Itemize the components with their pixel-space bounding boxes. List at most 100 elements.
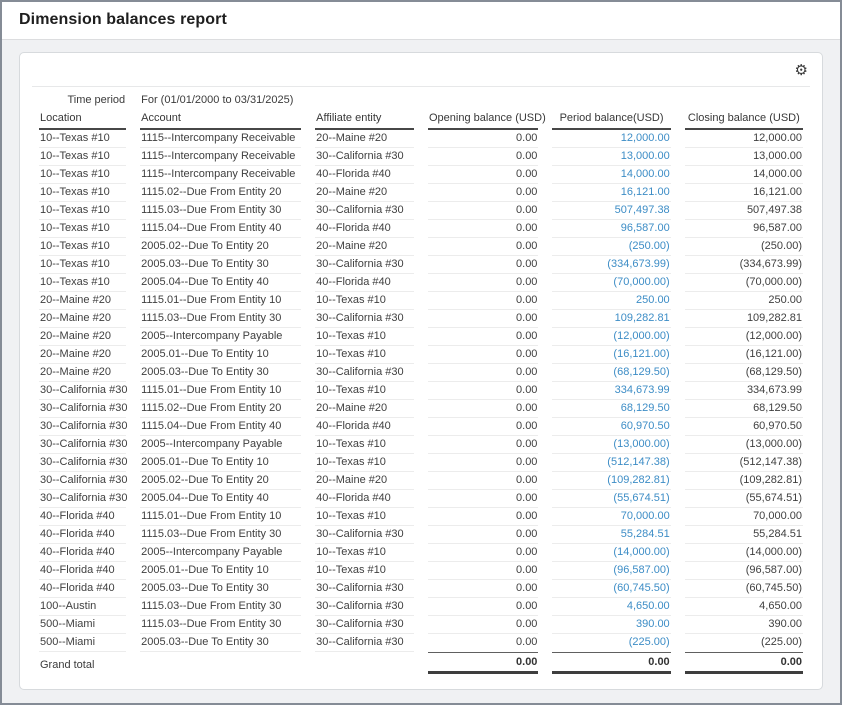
cell-period-balance: 334,673.99 (545, 382, 677, 400)
period-balance-link[interactable]: (96,587.00) (613, 564, 669, 576)
grand-total-opening-balance: 0.00 (428, 652, 538, 674)
cell-affiliate-entity: 30--California #30 (308, 310, 421, 328)
cell-location: 10--Texas #10 (32, 220, 133, 238)
cell-location: 10--Texas #10 (32, 238, 133, 256)
period-balance-link[interactable]: (60,745.50) (613, 582, 669, 594)
cell-affiliate-entity: 40--Florida #40 (308, 490, 421, 508)
grand-total-closing-balance: 0.00 (685, 652, 803, 674)
cell-location: 20--Maine #20 (32, 328, 133, 346)
cell-opening-balance: 0.00 (421, 454, 545, 472)
table-row: 30--California #301115.01--Due From Enti… (32, 382, 810, 400)
period-balance-link[interactable]: (109,282.81) (607, 474, 669, 486)
cell-location: 40--Florida #40 (32, 562, 133, 580)
table-row: 20--Maine #202005.03--Due To Entity 3030… (32, 364, 810, 382)
period-balance-link[interactable]: 109,282.81 (615, 312, 670, 324)
table-row: 30--California #302005.02--Due To Entity… (32, 472, 810, 490)
period-balance-link[interactable]: 250.00 (636, 294, 670, 306)
cell-period-balance: 250.00 (545, 292, 677, 310)
cell-opening-balance: 0.00 (421, 148, 545, 166)
period-balance-link[interactable]: 507,497.38 (615, 204, 670, 216)
cell-closing-balance: 70,000.00 (678, 508, 810, 526)
cell-affiliate-entity: 30--California #30 (308, 598, 421, 616)
table-row: 10--Texas #101115--Intercompany Receivab… (32, 166, 810, 184)
column-header-period-balance: Period balance(USD) (552, 109, 670, 130)
cell-period-balance: 12,000.00 (545, 130, 677, 148)
cell-closing-balance: 55,284.51 (678, 526, 810, 544)
cell-closing-balance: 96,587.00 (678, 220, 810, 238)
cell-location: 30--California #30 (32, 490, 133, 508)
table-row: 10--Texas #101115.02--Due From Entity 20… (32, 184, 810, 202)
period-balance-link[interactable]: 14,000.00 (621, 168, 670, 180)
period-balance-link[interactable]: (70,000.00) (613, 276, 669, 288)
cell-closing-balance: 250.00 (678, 292, 810, 310)
cell-affiliate-entity: 10--Texas #10 (308, 382, 421, 400)
cell-affiliate-entity: 40--Florida #40 (308, 220, 421, 238)
table-row: 30--California #301115.04--Due From Enti… (32, 418, 810, 436)
cell-closing-balance: (55,674.51) (678, 490, 810, 508)
table-row: 30--California #301115.02--Due From Enti… (32, 400, 810, 418)
cell-account: 1115--Intercompany Receivable (133, 166, 308, 184)
period-balance-link[interactable]: (225.00) (629, 636, 670, 648)
cell-affiliate-entity: 30--California #30 (308, 580, 421, 598)
period-balance-link[interactable]: 4,650.00 (627, 600, 670, 612)
cell-location: 30--California #30 (32, 454, 133, 472)
period-balance-link[interactable]: (13,000.00) (613, 438, 669, 450)
table-row: 40--Florida #402005.03--Due To Entity 30… (32, 580, 810, 598)
period-balance-link[interactable]: (16,121.00) (613, 348, 669, 360)
cell-affiliate-entity: 40--Florida #40 (308, 418, 421, 436)
cell-closing-balance: 334,673.99 (678, 382, 810, 400)
period-balance-link[interactable]: (334,673.99) (607, 258, 669, 270)
cell-location: 10--Texas #10 (32, 148, 133, 166)
cell-period-balance: 390.00 (545, 616, 677, 634)
period-balance-link[interactable]: 16,121.00 (621, 186, 670, 198)
period-balance-link[interactable]: 390.00 (636, 618, 670, 630)
table-row: 30--California #302005.04--Due To Entity… (32, 490, 810, 508)
cell-account: 2005.01--Due To Entity 10 (133, 454, 308, 472)
cell-period-balance: (70,000.00) (545, 274, 677, 292)
cell-affiliate-entity: 10--Texas #10 (308, 562, 421, 580)
cell-account: 1115.01--Due From Entity 10 (133, 382, 308, 400)
table-row: 10--Texas #101115--Intercompany Receivab… (32, 130, 810, 148)
cell-affiliate-entity: 20--Maine #20 (308, 184, 421, 202)
cell-period-balance: (14,000.00) (545, 544, 677, 562)
cell-period-balance: 55,284.51 (545, 526, 677, 544)
period-balance-link[interactable]: (512,147.38) (607, 456, 669, 468)
cell-affiliate-entity: 20--Maine #20 (308, 400, 421, 418)
time-period-value: For (01/01/2000 to 03/31/2025) (140, 93, 803, 109)
cell-opening-balance: 0.00 (421, 310, 545, 328)
app-window: Dimension balances report ⚙ Time period … (0, 0, 842, 705)
period-balance-link[interactable]: 13,000.00 (621, 150, 670, 162)
cell-opening-balance: 0.00 (421, 292, 545, 310)
table-row: 30--California #302005.01--Due To Entity… (32, 454, 810, 472)
cell-period-balance: 507,497.38 (545, 202, 677, 220)
period-balance-link[interactable]: 96,587.00 (621, 222, 670, 234)
period-balance-link[interactable]: 55,284.51 (621, 528, 670, 540)
cell-location: 10--Texas #10 (32, 256, 133, 274)
period-balance-link[interactable]: 68,129.50 (621, 402, 670, 414)
cell-affiliate-entity: 30--California #30 (308, 634, 421, 652)
period-balance-link[interactable]: (68,129.50) (613, 366, 669, 378)
cell-account: 1115--Intercompany Receivable (133, 148, 308, 166)
time-period-label: Time period (39, 93, 126, 109)
settings-gear-icon[interactable]: ⚙ (795, 63, 808, 78)
column-header-account: Account (140, 109, 301, 130)
cell-closing-balance: (225.00) (678, 634, 810, 652)
table-row: 10--Texas #102005.02--Due To Entity 2020… (32, 238, 810, 256)
table-row: 20--Maine #201115.01--Due From Entity 10… (32, 292, 810, 310)
period-balance-link[interactable]: 70,000.00 (621, 510, 670, 522)
cell-period-balance: (68,129.50) (545, 364, 677, 382)
cell-location: 30--California #30 (32, 472, 133, 490)
period-balance-link[interactable]: 334,673.99 (615, 384, 670, 396)
period-balance-link[interactable]: (55,674.51) (613, 492, 669, 504)
cell-closing-balance: 109,282.81 (678, 310, 810, 328)
table-row: 40--Florida #402005--Intercompany Payabl… (32, 544, 810, 562)
cell-closing-balance: 12,000.00 (678, 130, 810, 148)
cell-account: 2005.02--Due To Entity 20 (133, 472, 308, 490)
period-balance-link[interactable]: (250.00) (629, 240, 670, 252)
cell-location: 10--Texas #10 (32, 130, 133, 148)
cell-period-balance: 16,121.00 (545, 184, 677, 202)
period-balance-link[interactable]: (14,000.00) (613, 546, 669, 558)
period-balance-link[interactable]: 12,000.00 (621, 132, 670, 144)
period-balance-link[interactable]: 60,970.50 (621, 420, 670, 432)
period-balance-link[interactable]: (12,000.00) (613, 330, 669, 342)
